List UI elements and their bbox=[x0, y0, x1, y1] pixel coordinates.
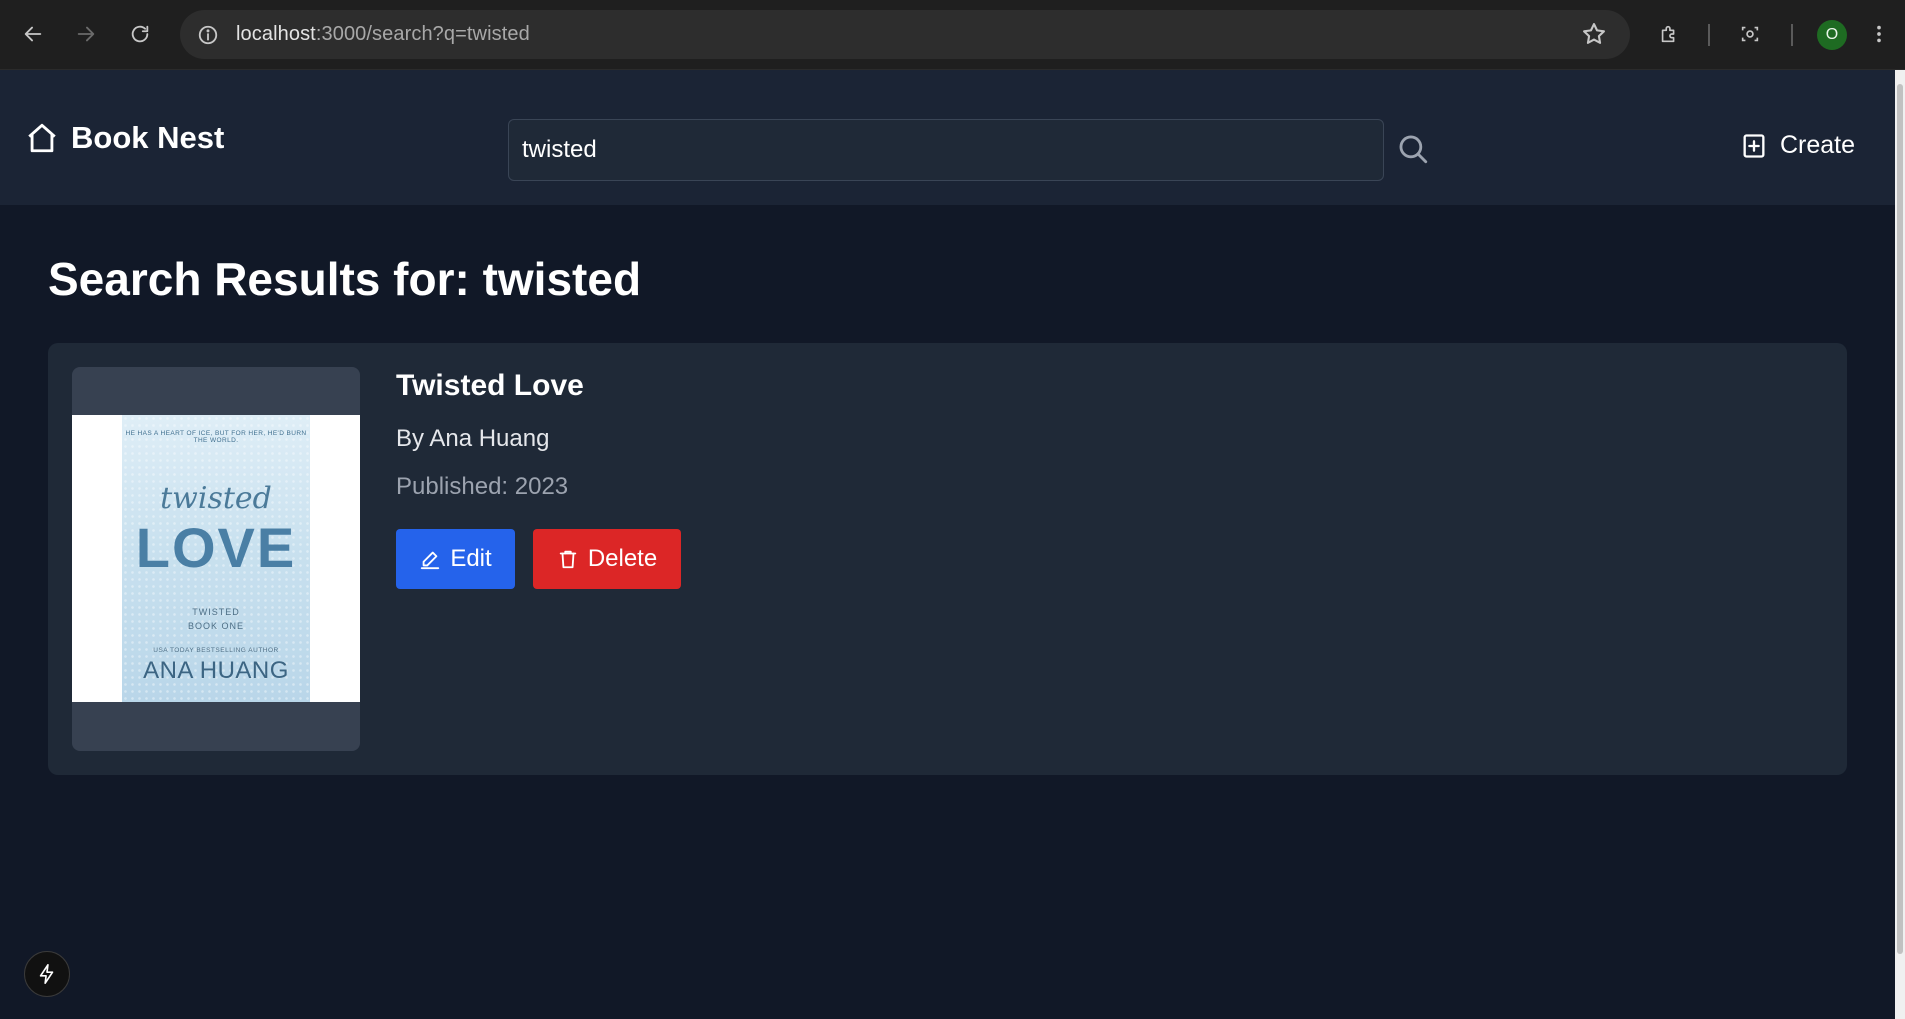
edit-label: Edit bbox=[450, 545, 492, 572]
reload-icon bbox=[131, 25, 149, 43]
arrow-left-icon bbox=[24, 26, 42, 42]
trash-icon bbox=[559, 550, 577, 569]
toolbar-divider bbox=[1708, 24, 1710, 46]
cover-series: TWISTED BOOK ONE bbox=[122, 605, 310, 633]
dev-tools-indicator[interactable] bbox=[24, 951, 70, 997]
screenshot-button[interactable] bbox=[1731, 15, 1769, 53]
home-icon bbox=[28, 123, 56, 153]
search-button[interactable] bbox=[1396, 132, 1430, 166]
book-cover-frame: HE HAS A HEART OF ICE, BUT FOR HER, HE'D… bbox=[72, 367, 360, 751]
address-url: localhost:3000/search?q=twisted bbox=[236, 23, 530, 46]
forward-button[interactable] bbox=[67, 15, 105, 53]
address-bar[interactable]: localhost:3000/search?q=twisted bbox=[180, 10, 1630, 59]
book-title: Twisted Love bbox=[396, 369, 584, 402]
scrollbar-thumb[interactable] bbox=[1897, 84, 1903, 954]
cover-series-line: BOOK ONE bbox=[187, 621, 244, 631]
cover-main-word: LOVE bbox=[135, 516, 297, 579]
page-title-query: twisted bbox=[482, 253, 642, 305]
toolbar-divider bbox=[1791, 24, 1793, 46]
edit-button[interactable]: Edit bbox=[396, 529, 515, 589]
page-scrollbar[interactable] bbox=[1895, 70, 1905, 1019]
site-info-icon[interactable] bbox=[194, 21, 222, 49]
create-button[interactable]: Create bbox=[1740, 131, 1855, 160]
cover-usa-line: USA TODAY BESTSELLING AUTHOR bbox=[153, 647, 279, 654]
page-title-prefix: Search Results for: bbox=[48, 253, 483, 305]
url-host: localhost bbox=[236, 23, 316, 45]
app-header: Book Nest Create bbox=[0, 70, 1895, 205]
cover-author: ANA HUANG bbox=[143, 657, 289, 684]
browser-toolbar: localhost:3000/search?q=twisted O bbox=[0, 0, 1905, 70]
delete-button[interactable]: Delete bbox=[533, 529, 681, 589]
puzzle-icon bbox=[1661, 25, 1675, 43]
reload-button[interactable] bbox=[121, 15, 159, 53]
search-icon bbox=[1399, 135, 1428, 164]
cover-series-line: TWISTED bbox=[192, 607, 240, 617]
pencil-icon bbox=[421, 551, 440, 570]
search-input[interactable] bbox=[508, 119, 1384, 181]
plus-square-icon bbox=[1743, 133, 1765, 158]
lightning-bolt-icon bbox=[39, 964, 54, 984]
page-title: Search Results for: twisted bbox=[48, 252, 641, 306]
cover-script-word: twisted bbox=[160, 481, 272, 516]
url-path: :3000/search?q=twisted bbox=[315, 23, 530, 45]
browser-menu-button[interactable] bbox=[1866, 15, 1892, 53]
back-button[interactable] bbox=[14, 15, 52, 53]
book-cover-background: HE HAS A HEART OF ICE, BUT FOR HER, HE'D… bbox=[72, 415, 360, 702]
home-link[interactable]: Book Nest bbox=[25, 120, 224, 156]
create-label: Create bbox=[1780, 131, 1856, 159]
book-published: Published: 2023 bbox=[396, 473, 569, 500]
camera-icon bbox=[1741, 26, 1759, 42]
book-result-card: HE HAS A HEART OF ICE, BUT FOR HER, HE'D… bbox=[48, 343, 1847, 775]
book-author: By Ana Huang bbox=[396, 425, 550, 452]
profile-avatar[interactable]: O bbox=[1817, 20, 1847, 50]
bookmark-star-icon[interactable] bbox=[1580, 20, 1608, 48]
cover-tagline: HE HAS A HEART OF ICE, BUT FOR HER, HE'D… bbox=[125, 430, 307, 444]
extensions-button[interactable] bbox=[1650, 15, 1688, 53]
book-cover-image: HE HAS A HEART OF ICE, BUT FOR HER, HE'D… bbox=[122, 415, 310, 702]
delete-label: Delete bbox=[587, 545, 658, 572]
arrow-right-icon bbox=[77, 26, 95, 42]
brand-name: Book Nest bbox=[71, 120, 225, 155]
more-vertical-icon bbox=[1877, 25, 1881, 43]
